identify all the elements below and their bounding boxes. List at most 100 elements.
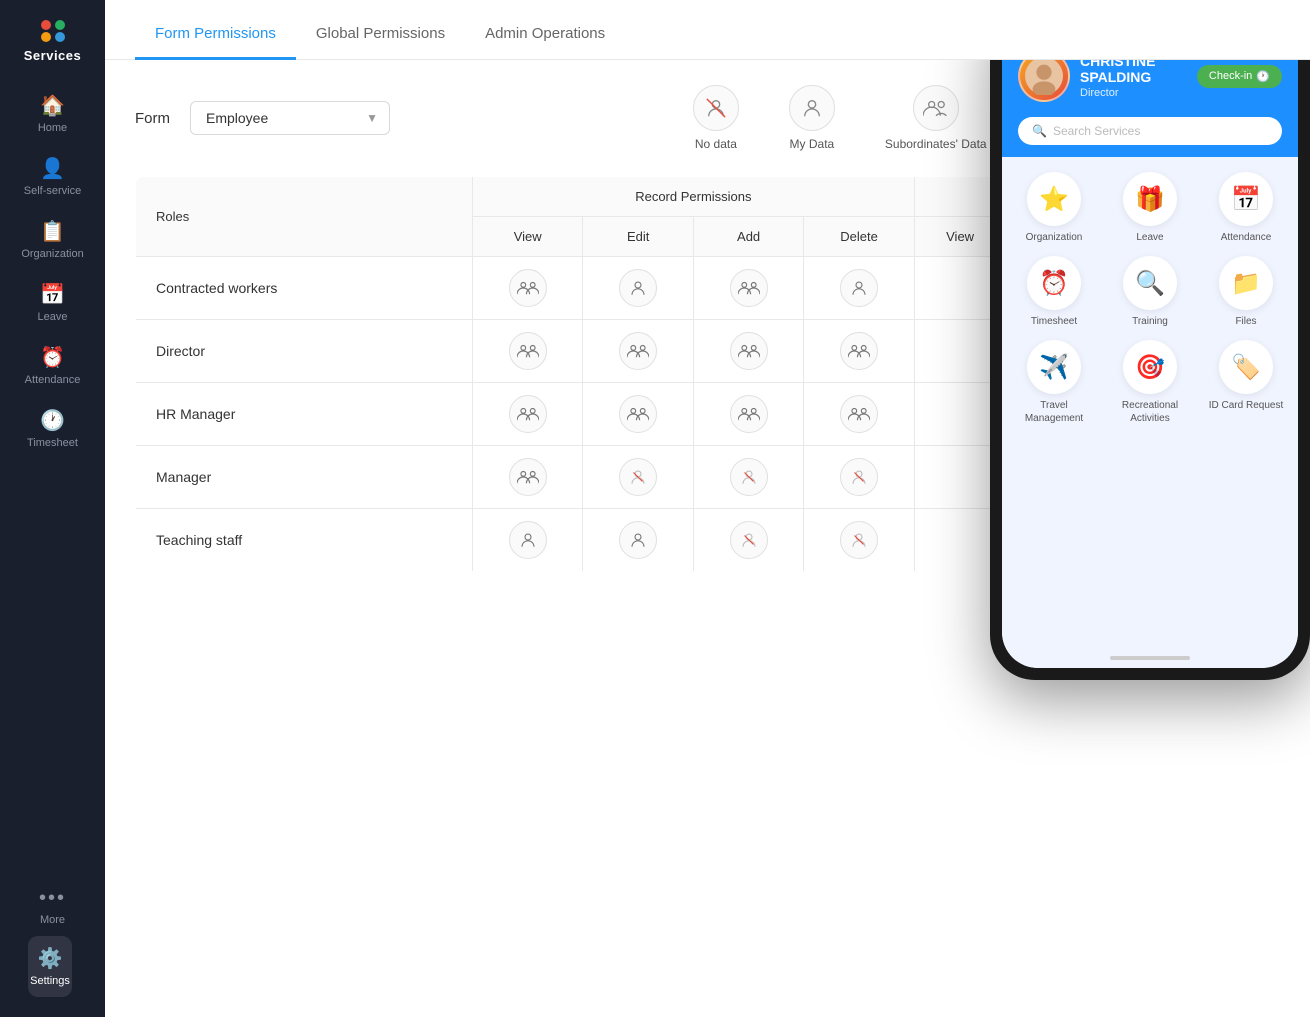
record-permissions-header: Record Permissions [472, 177, 914, 217]
tab-global-permissions[interactable]: Global Permissions [296, 10, 465, 60]
delete-perm[interactable] [804, 257, 914, 320]
phone-service-icon: 🔍 [1123, 256, 1177, 310]
add-perm[interactable] [693, 320, 803, 383]
phone-service-icon: 📁 [1219, 256, 1273, 310]
phone-service-icon: ⭐ [1027, 172, 1081, 226]
add-perm[interactable] [693, 446, 803, 509]
sidebar-item-timesheet[interactable]: 🕐 Timesheet [5, 398, 100, 459]
phone-service-label: Attendance [1221, 231, 1272, 244]
phone-service-item[interactable]: 🎁 Leave [1108, 172, 1192, 244]
search-placeholder: Search Services [1053, 124, 1140, 138]
data-type-no-data[interactable]: No data [668, 85, 764, 151]
role-cell: Manager [136, 446, 473, 509]
phone-service-label: Recreational Activities [1108, 399, 1192, 425]
phone-service-item[interactable]: 🎯 Recreational Activities [1108, 340, 1192, 425]
edit-perm[interactable] [583, 509, 693, 572]
phone-service-label: Leave [1136, 231, 1163, 244]
phone-service-item[interactable]: 📅 Attendance [1204, 172, 1288, 244]
tabs-bar: Form Permissions Global Permissions Admi… [105, 0, 1310, 60]
edit-perm[interactable] [583, 320, 693, 383]
phone-header: CHRISTINE SPALDING Director Check-in 🕐 [1002, 60, 1298, 117]
no-data-icon [693, 85, 739, 131]
phone-service-label: Timesheet [1031, 315, 1077, 328]
view-perm[interactable] [472, 257, 582, 320]
view-perm[interactable] [472, 446, 582, 509]
phone-user-info: CHRISTINE SPALDING Director [1080, 60, 1197, 99]
add-perm[interactable] [693, 509, 803, 572]
roles-column-header: Roles [136, 177, 473, 257]
sidebar-item-leave[interactable]: 📅 Leave [5, 272, 100, 333]
sidebar-item-attendance[interactable]: ⏰ Attendance [5, 335, 100, 396]
delete-perm[interactable] [804, 446, 914, 509]
sidebar: Services 🏠 Home 👤 Self-service 📋 Organiz… [0, 0, 105, 1017]
role-cell: Contracted workers [136, 257, 473, 320]
sidebar-settings: ⚙️ Settings [28, 936, 78, 997]
role-cell: HR Manager [136, 383, 473, 446]
phone-service-item[interactable]: ⭐ Organization [1012, 172, 1096, 244]
clock-icon: 🕐 [1256, 70, 1270, 83]
phone-service-icon: 📅 [1219, 172, 1273, 226]
checkin-label: Check-in [1209, 70, 1252, 82]
edit-perm[interactable] [583, 383, 693, 446]
add-col-header: Add [693, 217, 803, 257]
main-content: Form Permissions Global Permissions Admi… [105, 0, 1310, 1017]
edit-perm[interactable] [583, 446, 693, 509]
self-service-icon: 👤 [40, 156, 65, 181]
phone-service-icon: ⏰ [1027, 256, 1081, 310]
delete-perm[interactable] [804, 509, 914, 572]
delete-col-header: Delete [804, 217, 914, 257]
phone-service-item[interactable]: 📁 Files [1204, 256, 1288, 328]
phone-user-title: Director [1080, 87, 1197, 99]
role-cell: Director [136, 320, 473, 383]
dot-green [55, 20, 65, 30]
permissions-content: Form Employee ▼ No data [105, 60, 1310, 1017]
edit-col-header: Edit [583, 217, 693, 257]
leave-icon: 📅 [40, 282, 65, 307]
phone-service-item[interactable]: ⏰ Timesheet [1012, 256, 1096, 328]
my-data-label: My Data [790, 137, 835, 151]
phone-service-label: Organization [1026, 231, 1083, 244]
organization-icon: 📋 [40, 219, 65, 244]
no-data-label: No data [695, 137, 737, 151]
phone-service-label: ID Card Request [1209, 399, 1283, 412]
sidebar-item-home[interactable]: 🏠 Home [5, 83, 100, 144]
sidebar-brand: Services [24, 48, 82, 63]
sidebar-nav: 🏠 Home 👤 Self-service 📋 Organization 📅 L… [0, 73, 105, 936]
tab-admin-operations[interactable]: Admin Operations [465, 10, 625, 60]
view-perm[interactable] [472, 383, 582, 446]
add-perm[interactable] [693, 257, 803, 320]
phone-service-item[interactable]: ✈️ Travel Management [1012, 340, 1096, 425]
phone-body: ⭐ Organization 🎁 Leave 📅 Attendance ⏰ Ti… [1002, 157, 1298, 648]
phone-service-label: Travel Management [1012, 399, 1096, 425]
phone-grid: ⭐ Organization 🎁 Leave 📅 Attendance ⏰ Ti… [1012, 172, 1288, 425]
phone-service-icon: 🎯 [1123, 340, 1177, 394]
sidebar-item-more[interactable]: ••• More [5, 877, 100, 936]
checkin-button[interactable]: Check-in 🕐 [1197, 65, 1282, 88]
phone-service-label: Files [1235, 315, 1256, 328]
my-data-icon [789, 85, 835, 131]
view-perm[interactable] [472, 509, 582, 572]
delete-perm[interactable] [804, 320, 914, 383]
phone-service-icon: 🏷️ [1219, 340, 1273, 394]
attendance-icon: ⏰ [40, 345, 65, 370]
phone-service-label: Training [1132, 315, 1168, 328]
phone-search-box[interactable]: 🔍 Search Services [1018, 117, 1282, 145]
tab-form-permissions[interactable]: Form Permissions [135, 10, 296, 60]
phone-service-item[interactable]: 🏷️ ID Card Request [1204, 340, 1288, 425]
phone-service-item[interactable]: 🔍 Training [1108, 256, 1192, 328]
add-perm[interactable] [693, 383, 803, 446]
sidebar-item-self-service[interactable]: 👤 Self-service [5, 146, 100, 207]
phone-home-indicator [1002, 648, 1298, 668]
view-perm[interactable] [472, 320, 582, 383]
logo-dots [41, 20, 65, 42]
data-type-my-data[interactable]: My Data [764, 85, 860, 151]
sidebar-item-organization[interactable]: 📋 Organization [5, 209, 100, 270]
timesheet-icon: 🕐 [40, 408, 65, 433]
phone-frame: 9:41 ●●● ▲ ▮▮ [990, 60, 1310, 680]
sidebar-item-settings[interactable]: ⚙️ Settings [28, 936, 73, 997]
delete-perm[interactable] [804, 383, 914, 446]
avatar [1018, 60, 1070, 102]
dot-blue [55, 32, 65, 42]
form-select[interactable]: Employee [190, 101, 390, 135]
edit-perm[interactable] [583, 257, 693, 320]
